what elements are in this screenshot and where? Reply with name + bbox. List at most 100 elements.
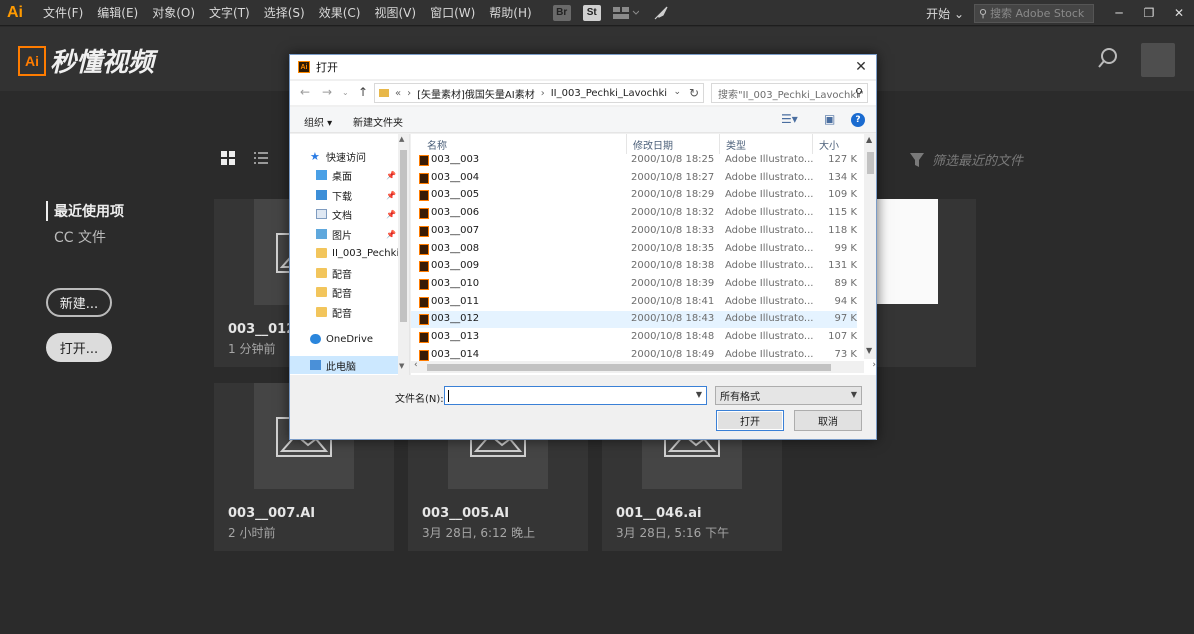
- file-row[interactable]: 003__007 2000/10/8 18:33 Adobe Illustrato.…: [411, 223, 857, 240]
- menu-window[interactable]: 窗口(W): [423, 4, 482, 21]
- forward-arrow-icon[interactable]: →: [322, 85, 332, 99]
- file-row[interactable]: 003__008 2000/10/8 18:35 Adobe Illustrato.…: [411, 241, 857, 258]
- scroll-down-icon[interactable]: ▼: [399, 362, 404, 370]
- scrollbar-thumb[interactable]: [400, 150, 407, 322]
- restore-icon[interactable]: ❐: [1134, 0, 1164, 26]
- menu-view[interactable]: 视图(V): [367, 4, 423, 21]
- filter-recent-files[interactable]: 筛选最近的文件: [910, 150, 1023, 169]
- column-header-size[interactable]: 大小: [813, 134, 861, 154]
- stock-search-input[interactable]: ⚲ 搜索 Adobe Stock: [974, 3, 1094, 23]
- menu-type[interactable]: 文字(T): [202, 4, 257, 21]
- file-row[interactable]: 003__003 2000/10/8 18:25 Adobe Illustrato.…: [411, 152, 857, 169]
- scroll-down-icon[interactable]: ▼: [866, 346, 872, 355]
- nav-item-downloads[interactable]: 下载 📌: [290, 186, 398, 204]
- stock-icon[interactable]: St: [582, 4, 601, 21]
- column-header-type[interactable]: 类型: [720, 134, 813, 154]
- nav-item-folder[interactable]: 配音: [290, 283, 398, 301]
- menu-help[interactable]: 帮助(H): [482, 4, 538, 21]
- file-row[interactable]: 003__010 2000/10/8 18:39 Adobe Illustrato.…: [411, 276, 857, 293]
- file-row[interactable]: 003__004 2000/10/8 18:27 Adobe Illustrato.…: [411, 170, 857, 187]
- breadcrumb-overflow[interactable]: «: [395, 88, 401, 99]
- nav-item-desktop[interactable]: 桌面 📌: [290, 166, 398, 184]
- nav-item-folder[interactable]: II_003_Pechki_L: [290, 244, 398, 262]
- close-icon[interactable]: ✕: [1164, 0, 1194, 26]
- folder-search-input[interactable]: 搜索"II_003_Pechki_Lavochki" ⚲: [711, 83, 868, 103]
- menu-select[interactable]: 选择(S): [257, 4, 312, 21]
- preview-pane-icon[interactable]: ▣: [824, 112, 835, 126]
- file-row-type: Adobe Illustrato...: [725, 189, 814, 201]
- close-icon[interactable]: ✕: [846, 55, 876, 79]
- nav-item-label: II_003_Pechki_L: [332, 247, 398, 259]
- menu-file[interactable]: 文件(F): [36, 4, 90, 21]
- column-header-date[interactable]: 修改日期: [627, 134, 720, 154]
- new-button[interactable]: 新建...: [46, 288, 112, 317]
- file-type-select[interactable]: 所有格式 ▼: [715, 386, 862, 405]
- nav-item-folder[interactable]: 配音: [290, 303, 398, 321]
- grid-view-icon[interactable]: [221, 151, 235, 165]
- scroll-left-icon[interactable]: ‹: [414, 360, 418, 370]
- nav-item-quick-access[interactable]: ★ 快速访问: [290, 147, 398, 165]
- scroll-right-icon[interactable]: ›: [872, 360, 876, 370]
- address-bar[interactable]: « › [矢量素材]俄国矢量AI素材 › II_003_Pechki_Lavoc…: [374, 83, 704, 103]
- file-row-type: Adobe Illustrato...: [725, 224, 814, 236]
- nav-item-documents[interactable]: 文档 📌: [290, 205, 398, 223]
- file-row[interactable]: 003__013 2000/10/8 18:48 Adobe Illustrato.…: [411, 329, 857, 346]
- ai-file-icon: [419, 261, 429, 273]
- nav-recent[interactable]: 最近使用项: [46, 201, 124, 221]
- file-row-type: Adobe Illustrato...: [725, 207, 814, 219]
- dialog-cancel-button[interactable]: 取消: [794, 410, 862, 431]
- dialog-titlebar: Ai 打开 ✕: [290, 55, 876, 79]
- brand-text: 秒懂视频: [50, 48, 155, 78]
- chevron-down-icon[interactable]: ▼: [696, 390, 702, 399]
- new-folder-button[interactable]: 新建文件夹: [353, 114, 403, 129]
- file-row-size: 127 K: [828, 154, 857, 165]
- workspace-switcher[interactable]: 开始 ⌄: [916, 5, 974, 22]
- file-row[interactable]: 003__005 2000/10/8 18:29 Adobe Illustrato.…: [411, 187, 857, 204]
- file-row[interactable]: 003__009 2000/10/8 18:38 Adobe Illustrato.…: [411, 258, 857, 275]
- gpu-performance-icon[interactable]: [653, 5, 669, 21]
- menu-effect[interactable]: 效果(C): [312, 4, 368, 21]
- back-arrow-icon[interactable]: ←: [300, 85, 310, 99]
- nav-item-folder[interactable]: 配音: [290, 264, 398, 282]
- open-button[interactable]: 打开...: [46, 333, 112, 362]
- file-list-vertical-scrollbar[interactable]: ▲ ▼: [864, 134, 876, 359]
- file-list-horizontal-scrollbar[interactable]: ‹ ›: [411, 360, 876, 373]
- file-row[interactable]: 003__011 2000/10/8 18:41 Adobe Illustrato.…: [411, 294, 857, 311]
- menu-object[interactable]: 对象(O): [145, 4, 202, 21]
- file-row-size: 89 K: [834, 277, 857, 289]
- file-row-type: Adobe Illustrato...: [725, 313, 814, 325]
- help-icon[interactable]: ?: [851, 113, 865, 127]
- chevron-down-icon[interactable]: ⌄: [342, 88, 349, 97]
- nav-item-onedrive[interactable]: OneDrive: [290, 330, 398, 348]
- file-row[interactable]: 003__006 2000/10/8 18:32 Adobe Illustrato.…: [411, 205, 857, 222]
- breadcrumb-segment[interactable]: [矢量素材]俄国矢量AI素材: [417, 86, 535, 101]
- arrange-documents-icon[interactable]: [612, 6, 639, 20]
- view-options-icon[interactable]: ☰▾: [781, 112, 798, 126]
- minimize-icon[interactable]: ─: [1104, 0, 1134, 26]
- filename-input[interactable]: ▼: [444, 386, 707, 405]
- scrollbar-thumb[interactable]: [427, 364, 831, 371]
- command-bar: 组织 ▾ 新建文件夹 ☰▾ ▣ ?: [290, 107, 876, 133]
- scroll-up-icon[interactable]: ▲: [399, 135, 404, 143]
- filter-icon: [910, 152, 924, 167]
- scroll-up-icon[interactable]: ▲: [866, 135, 872, 144]
- scrollbar-thumb[interactable]: [867, 152, 874, 174]
- organize-button[interactable]: 组织 ▾: [304, 114, 332, 129]
- dialog-open-button[interactable]: 打开: [716, 410, 784, 431]
- nav-scrollbar[interactable]: ▲ ▼: [398, 134, 409, 375]
- chevron-down-icon: ⌄: [953, 6, 964, 21]
- avatar[interactable]: [1141, 43, 1175, 77]
- menu-edit[interactable]: 编辑(E): [90, 4, 145, 21]
- refresh-icon[interactable]: ↻: [689, 86, 699, 100]
- bridge-icon[interactable]: Br: [552, 4, 571, 21]
- nav-item-this-pc[interactable]: 此电脑: [290, 356, 398, 374]
- up-arrow-icon[interactable]: ↑: [358, 85, 368, 99]
- search-icon[interactable]: [1097, 47, 1119, 69]
- file-row-date: 2000/10/8 18:49: [631, 348, 715, 360]
- breadcrumb-segment[interactable]: II_003_Pechki_Lavochki: [551, 88, 667, 99]
- nav-cc-files[interactable]: CC 文件: [54, 227, 106, 247]
- list-view-icon[interactable]: [254, 151, 268, 165]
- chevron-down-icon[interactable]: ⌄: [673, 87, 681, 97]
- nav-item-pictures[interactable]: 图片 📌: [290, 225, 398, 243]
- file-row[interactable]: 003__012 2000/10/8 18:43 Adobe Illustrato.…: [411, 311, 857, 329]
